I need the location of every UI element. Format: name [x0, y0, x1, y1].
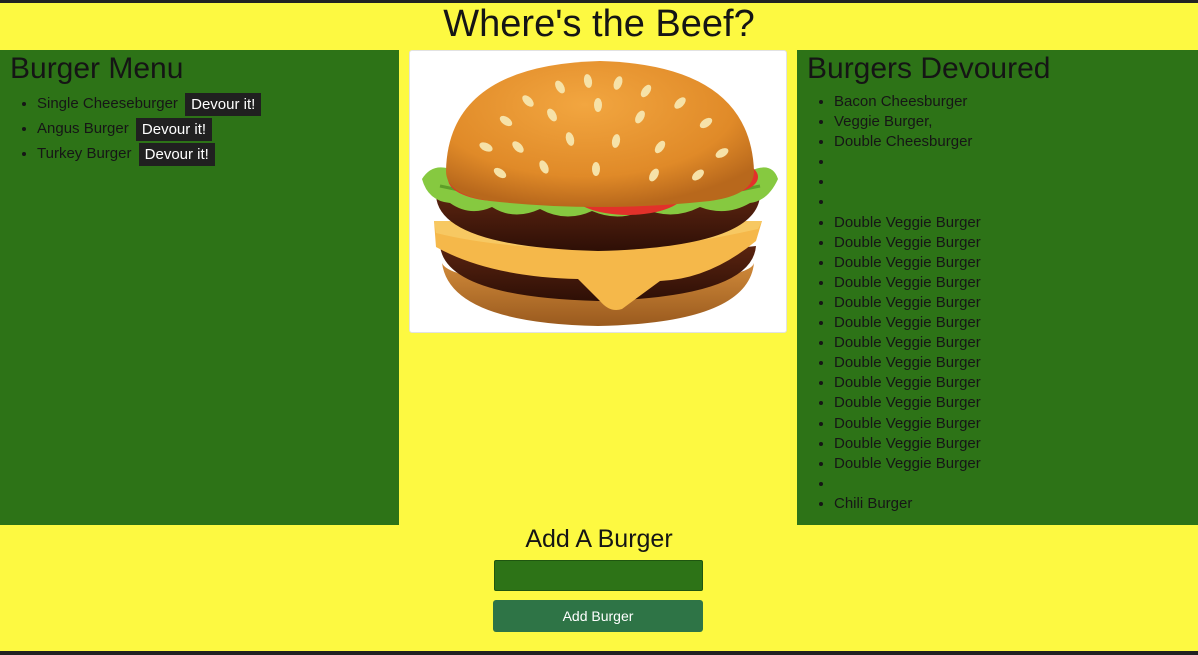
- devoured-item: Double Cheesburger: [834, 132, 1188, 152]
- hamburger-icon: [422, 61, 778, 326]
- devoured-item: Chili Burger: [834, 494, 1188, 514]
- burger-name-input[interactable]: [494, 560, 703, 591]
- menu-item-name: Angus Burger: [37, 120, 129, 137]
- burger-menu-panel: Burger Menu Single Cheeseburger Devour i…: [0, 50, 399, 525]
- burgers-devoured-panel: Burgers Devoured Bacon Cheesburger Veggi…: [797, 50, 1198, 525]
- devoured-item: Double Veggie Burger: [834, 393, 1188, 413]
- menu-item: Single Cheeseburger Devour it!: [37, 91, 389, 116]
- devoured-item: [834, 152, 1188, 172]
- devoured-item: Double Veggie Burger: [834, 253, 1188, 273]
- menu-item-name: Turkey Burger: [37, 145, 132, 162]
- add-burger-heading: Add A Burger: [525, 525, 673, 553]
- burger-image: [409, 50, 787, 333]
- menu-item-name: Single Cheeseburger: [37, 95, 178, 112]
- devour-button[interactable]: Devour it!: [135, 117, 213, 141]
- devoured-item: [834, 192, 1188, 212]
- devoured-item: [834, 172, 1188, 192]
- burgers-devoured-heading: Burgers Devoured: [807, 52, 1051, 85]
- page: Where's the Beef? Burger Menu Single Che…: [0, 3, 1198, 651]
- devoured-item: Double Veggie Burger: [834, 333, 1188, 353]
- menu-item: Turkey Burger Devour it!: [37, 141, 389, 166]
- devoured-list: Bacon Cheesburger Veggie Burger, Double …: [807, 92, 1188, 514]
- devoured-item: [834, 474, 1188, 494]
- devoured-item: Double Veggie Burger: [834, 273, 1188, 293]
- devoured-item: Bacon Cheesburger: [834, 92, 1188, 112]
- devoured-item: Double Veggie Burger: [834, 434, 1188, 454]
- burger-menu-list: Single Cheeseburger Devour it! Angus Bur…: [10, 91, 389, 166]
- devoured-item: Double Veggie Burger: [834, 213, 1188, 233]
- devoured-item: Double Veggie Burger: [834, 233, 1188, 253]
- devoured-item: Double Veggie Burger: [834, 414, 1188, 434]
- devoured-item: Veggie Burger,: [834, 112, 1188, 132]
- page-title: Where's the Beef?: [443, 3, 755, 45]
- devoured-item: Double Veggie Burger: [834, 313, 1188, 333]
- devoured-item: Double Veggie Burger: [834, 373, 1188, 393]
- devoured-item: Double Veggie Burger: [834, 353, 1188, 373]
- devour-button[interactable]: Devour it!: [138, 142, 215, 166]
- devoured-item: Double Veggie Burger: [834, 454, 1188, 474]
- devoured-item: Double Veggie Burger: [834, 293, 1188, 313]
- add-burger-button[interactable]: Add Burger: [493, 600, 703, 632]
- devour-button[interactable]: Devour it!: [185, 92, 262, 116]
- burger-menu-heading: Burger Menu: [10, 52, 184, 85]
- menu-item: Angus Burger Devour it!: [37, 116, 389, 141]
